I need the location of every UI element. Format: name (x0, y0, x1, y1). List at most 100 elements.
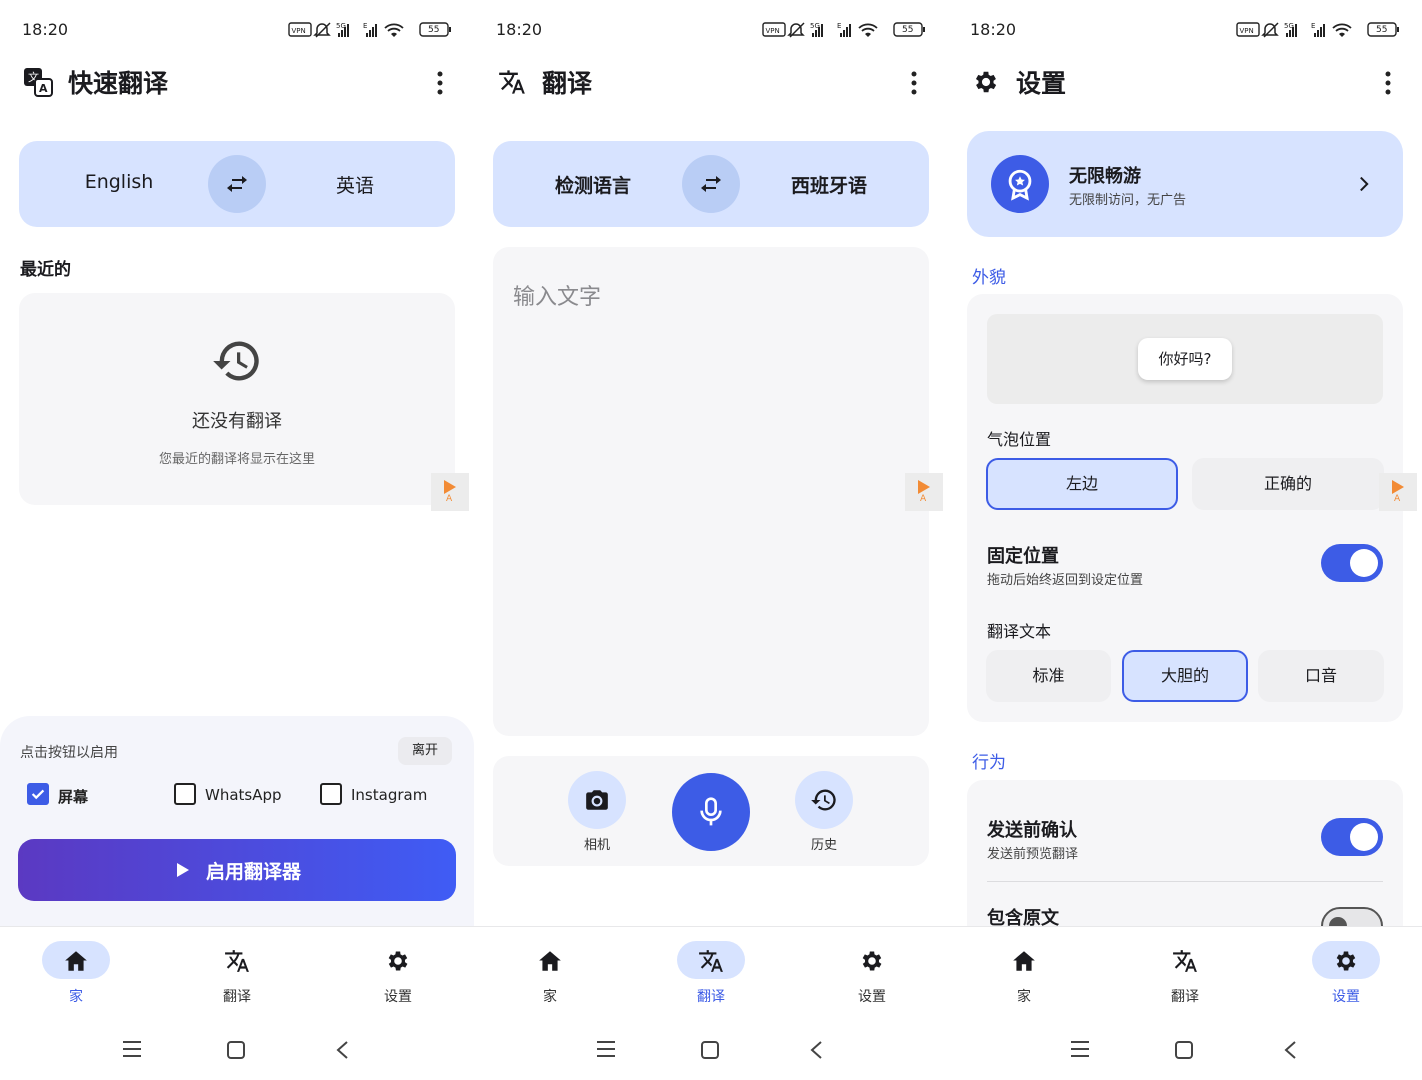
text-style-accent[interactable]: 口音 (1258, 650, 1384, 702)
home-square-icon[interactable] (226, 1040, 246, 1060)
back-icon[interactable] (809, 1040, 823, 1060)
instagram-checkbox[interactable] (320, 783, 342, 805)
ad-badge[interactable]: A (431, 473, 469, 511)
nav-settings-indicator (1312, 941, 1380, 979)
nav-translate-indicator (203, 941, 271, 979)
menu-icon[interactable] (596, 1040, 616, 1058)
nav-translate-label: 翻译 (697, 989, 725, 1005)
nav-translate[interactable]: 翻译 (651, 941, 771, 1011)
more-options-icon[interactable] (430, 70, 450, 96)
bubble-position-right[interactable]: 正确的 (1192, 458, 1384, 510)
swap-languages-button[interactable] (208, 155, 266, 213)
panel-hint: 点击按钮以启用 (20, 745, 118, 761)
more-options-icon[interactable] (904, 70, 924, 96)
nav-home-indicator (990, 941, 1058, 979)
nav-home[interactable]: 家 (16, 941, 136, 1011)
nav-settings[interactable]: 设置 (1286, 941, 1406, 1011)
system-navigation (474, 1030, 948, 1072)
translate-icon (1172, 948, 1198, 974)
award-icon (1008, 169, 1032, 201)
whatsapp-checkbox[interactable] (174, 783, 196, 805)
gear-icon (1333, 948, 1359, 974)
status-bar: 18:20 55 (948, 0, 1422, 60)
translate-icon (498, 68, 526, 96)
target-language-button[interactable]: 英语 (275, 171, 435, 198)
target-language-button[interactable]: 西班牙语 (749, 171, 909, 198)
recent-empty-card: 还没有翻译 您最近的翻译将显示在这里 (19, 293, 455, 505)
behavior-section-label: 行为 (972, 753, 1006, 773)
nav-settings[interactable]: 设置 (338, 941, 458, 1011)
bubble-position-right-label: 正确的 (1263, 474, 1312, 493)
bubble-position-left[interactable]: 左边 (986, 458, 1178, 510)
home-square-icon[interactable] (1174, 1040, 1194, 1060)
history-icon (811, 789, 836, 811)
swap-languages-button[interactable] (682, 155, 740, 213)
camera-label: 相机 (583, 838, 610, 853)
whatsapp-checkbox-label: WhatsApp (205, 786, 282, 804)
fixed-position-toggle[interactable] (1321, 544, 1383, 582)
camera-button[interactable] (568, 771, 626, 829)
menu-icon[interactable] (1070, 1040, 1090, 1058)
bubble-position-left-label: 左边 (1065, 474, 1098, 493)
text-input-area[interactable]: 输入文字 (493, 247, 929, 736)
gear-icon (972, 68, 1000, 96)
bubble-preview-area: 你好吗? (987, 314, 1383, 404)
text-style-bold[interactable]: 大胆的 (1122, 650, 1248, 702)
chevron-right-icon (1360, 176, 1369, 192)
empty-title: 还没有翻译 (192, 411, 282, 432)
language-selector: English 英语 (19, 141, 455, 227)
nav-settings-label: 设置 (1332, 989, 1360, 1005)
bottom-navigation: 家 翻译 设置 (0, 926, 474, 1016)
text-style-standard-label: 标准 (1032, 666, 1065, 685)
swap-icon (698, 172, 724, 196)
bottom-navigation: 家 翻译 设置 (474, 926, 948, 1016)
status-time: 18:20 (970, 20, 1017, 39)
nav-settings-label: 设置 (858, 989, 886, 1005)
ad-play-icon (918, 480, 930, 494)
nav-translate-indicator (1151, 941, 1219, 979)
instagram-checkbox-label: Instagram (351, 786, 428, 804)
home-square-icon[interactable] (700, 1040, 720, 1060)
nav-translate[interactable]: 翻译 (177, 941, 297, 1011)
enable-translator-label: 启用翻译器 (206, 861, 302, 883)
source-language-button[interactable]: 检测语言 (513, 171, 673, 198)
home-icon (63, 948, 89, 974)
back-icon[interactable] (335, 1040, 349, 1060)
check-icon (31, 789, 45, 800)
ad-label: A (446, 494, 453, 504)
screen-checkbox[interactable] (27, 783, 49, 805)
ad-badge[interactable]: A (1379, 473, 1417, 511)
nav-translate[interactable]: 翻译 (1125, 941, 1245, 1011)
leave-button[interactable]: 离开 (398, 737, 452, 765)
premium-subtitle: 无限制访问，无广告 (1069, 193, 1187, 208)
more-options-icon[interactable] (1378, 70, 1398, 96)
text-style-standard[interactable]: 标准 (986, 650, 1111, 702)
nav-home-indicator (42, 941, 110, 979)
confirm-before-send-toggle[interactable] (1321, 818, 1383, 856)
menu-icon[interactable] (122, 1040, 142, 1058)
app-bar: 文 A 快速翻译 (0, 60, 474, 106)
premium-banner[interactable]: 无限畅游 无限制访问，无广告 (967, 131, 1403, 237)
confirm-before-send-title: 发送前确认 (987, 820, 1077, 841)
nav-home[interactable]: 家 (490, 941, 610, 1011)
fixed-position-subtitle: 拖动后始终返回到设定位置 (987, 573, 1144, 588)
nav-home-label: 家 (1017, 989, 1031, 1005)
microphone-button[interactable] (672, 773, 750, 851)
ad-badge[interactable]: A (905, 473, 943, 511)
status-bar: 18:20 55 (474, 0, 948, 60)
enable-translator-button[interactable]: 启用翻译器 (18, 839, 456, 901)
nav-translate-label: 翻译 (1171, 989, 1199, 1005)
battery-level: 55 (902, 25, 914, 35)
history-button[interactable] (795, 771, 853, 829)
language-selector: 检测语言 西班牙语 (493, 141, 929, 227)
confirm-before-send-subtitle: 发送前预览翻译 (987, 847, 1079, 862)
svg-text:A: A (39, 82, 48, 95)
nav-home[interactable]: 家 (964, 941, 1084, 1011)
nav-settings[interactable]: 设置 (812, 941, 932, 1011)
text-style-accent-label: 口音 (1304, 666, 1337, 685)
source-language-button[interactable]: English (39, 171, 199, 193)
bubble-position-label: 气泡位置 (987, 430, 1052, 449)
history-icon (213, 341, 259, 381)
ad-play-icon (444, 480, 456, 494)
back-icon[interactable] (1283, 1040, 1297, 1060)
